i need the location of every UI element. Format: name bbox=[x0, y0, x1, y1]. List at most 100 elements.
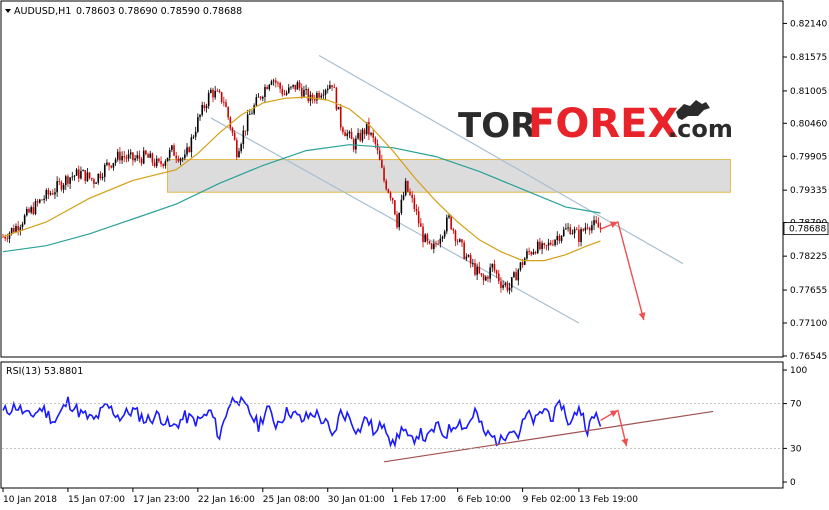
candle-body bbox=[290, 86, 292, 88]
time-tick-label: 15 Jan 07:00 bbox=[68, 495, 125, 505]
candle-body bbox=[469, 255, 472, 264]
candle-body bbox=[536, 241, 539, 254]
candle-body bbox=[556, 236, 559, 240]
candle-body bbox=[26, 208, 28, 216]
candle-body bbox=[545, 245, 548, 246]
candle-body bbox=[534, 252, 537, 254]
candle-body bbox=[539, 241, 541, 250]
candle-body bbox=[140, 158, 143, 164]
time-tick-label: 10 Jan 2018 bbox=[3, 495, 57, 505]
candle-body bbox=[162, 164, 165, 166]
candle-body bbox=[103, 164, 106, 177]
watermark-forex-text: FOREX bbox=[528, 101, 678, 147]
candle-body bbox=[179, 158, 182, 162]
candle-body bbox=[82, 170, 84, 172]
candle-body bbox=[73, 175, 76, 177]
candle-body bbox=[110, 165, 113, 168]
candle-body bbox=[413, 198, 416, 209]
candle-body bbox=[303, 90, 305, 97]
candle-body bbox=[313, 99, 316, 101]
candle-body bbox=[560, 235, 563, 241]
torforex-watermark: TOR FOREX .com bbox=[458, 100, 733, 147]
candle-body bbox=[472, 263, 474, 264]
candle-body bbox=[305, 89, 307, 91]
candle-body bbox=[56, 181, 58, 193]
candle-body bbox=[370, 132, 372, 135]
candle-body bbox=[547, 242, 550, 246]
candle-body bbox=[307, 89, 310, 102]
candle-body bbox=[197, 117, 199, 132]
ohlc-values: 0.78603 0.78690 0.78590 0.78688 bbox=[76, 6, 242, 17]
candle-body bbox=[34, 201, 37, 214]
candle-body bbox=[383, 167, 385, 181]
candle-body bbox=[597, 222, 600, 228]
candle-body bbox=[106, 162, 108, 165]
price-tick-label: 0.77100 bbox=[790, 319, 827, 329]
candle-body bbox=[549, 242, 552, 245]
candle-body bbox=[39, 199, 41, 203]
candle-body bbox=[541, 243, 543, 250]
candle-body bbox=[298, 82, 301, 88]
candle-body bbox=[214, 90, 216, 98]
candle-body bbox=[528, 251, 530, 253]
candle-body bbox=[201, 104, 203, 115]
candle-body bbox=[145, 150, 147, 155]
candle-body bbox=[119, 151, 121, 161]
candle-body bbox=[398, 212, 400, 228]
candle-body bbox=[151, 153, 154, 163]
candle-body bbox=[246, 114, 249, 132]
candle-body bbox=[363, 129, 366, 135]
candle-body bbox=[80, 171, 82, 179]
watermark-com-text: .com bbox=[668, 115, 733, 143]
candle-body bbox=[67, 176, 69, 184]
candle-body bbox=[502, 285, 504, 288]
candle-body bbox=[322, 94, 325, 96]
candle-body bbox=[478, 266, 481, 274]
candle-body bbox=[108, 162, 110, 166]
candle-body bbox=[190, 137, 193, 153]
candle-body bbox=[474, 263, 476, 275]
candle-body bbox=[565, 228, 567, 230]
candle-body bbox=[244, 130, 247, 132]
candle-body bbox=[49, 193, 52, 195]
candle-body bbox=[60, 182, 63, 190]
rsi-panel-frame bbox=[0, 361, 784, 489]
price-forecast-arrow bbox=[600, 221, 646, 321]
candle-body bbox=[454, 230, 457, 242]
candle-body bbox=[233, 132, 236, 141]
candle-body bbox=[158, 158, 160, 162]
candle-body bbox=[238, 151, 240, 158]
rsi-tick-label: 70 bbox=[790, 400, 802, 410]
price-axis: 0.82140 0.81575 0.81005 0.80460 0.79905 0.793… bbox=[783, 19, 829, 362]
candle-body bbox=[186, 147, 188, 155]
candle-body bbox=[220, 92, 223, 102]
candle-body bbox=[433, 243, 435, 249]
candle-body bbox=[71, 176, 74, 178]
candle-body bbox=[573, 229, 576, 234]
candle-body bbox=[508, 287, 511, 291]
candle-body bbox=[329, 85, 331, 89]
candle-body bbox=[19, 227, 22, 231]
candle-body bbox=[262, 96, 264, 99]
time-tick-label: 17 Jan 23:00 bbox=[133, 495, 190, 505]
candle-body bbox=[521, 262, 524, 265]
candle-body bbox=[567, 227, 569, 229]
candle-body bbox=[532, 252, 535, 255]
watermark-forex: FOREX bbox=[528, 101, 678, 147]
time-tick-label: 6 Feb 10:00 bbox=[458, 495, 512, 505]
candle-body bbox=[569, 227, 572, 235]
candle-body bbox=[448, 215, 450, 218]
candle-body bbox=[32, 207, 35, 214]
candle-body bbox=[225, 102, 227, 108]
candle-body bbox=[134, 158, 136, 161]
candle-body bbox=[571, 233, 574, 235]
candle-body bbox=[580, 229, 582, 243]
watermark-com: .com bbox=[668, 115, 733, 143]
candle-body bbox=[446, 217, 448, 232]
candle-body bbox=[101, 176, 104, 179]
candle-body bbox=[41, 199, 43, 201]
candle-body bbox=[331, 85, 333, 88]
candle-body bbox=[112, 163, 115, 168]
candle-body bbox=[467, 255, 470, 257]
candle-body bbox=[558, 236, 561, 241]
